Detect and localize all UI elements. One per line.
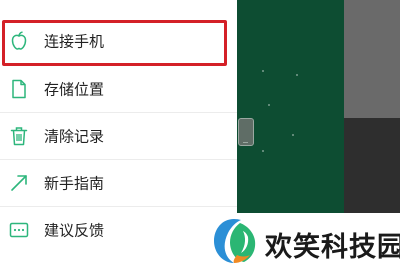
menu-item-storage-location[interactable]: 存储位置 — [0, 66, 237, 112]
apple-icon — [9, 31, 29, 51]
menu-item-clear-history[interactable]: 清除记录 — [0, 113, 237, 159]
document-icon — [9, 79, 29, 99]
menu-item-beginner-guide[interactable]: 新手指南 — [0, 160, 237, 206]
menu-item-label: 连接手机 — [44, 32, 105, 51]
menu-item-label: 清除记录 — [44, 127, 105, 146]
decor-dot — [262, 150, 264, 152]
side-drawer-menu: 连接手机 存储位置 清除记录 新手指南 建议反馈 — [0, 0, 237, 268]
message-icon — [9, 220, 29, 240]
background-side-panel-top — [344, 0, 400, 118]
menu-item-label: 新手指南 — [44, 174, 105, 193]
decor-dot — [292, 134, 294, 136]
phone-icon — [238, 118, 254, 146]
decor-dot — [296, 74, 298, 76]
menu-item-connect-phone[interactable]: 连接手机 — [0, 18, 237, 64]
trash-icon — [9, 126, 29, 146]
watermark: 欢笑科技园 — [205, 213, 400, 268]
menu-item-label: 建议反馈 — [44, 221, 105, 240]
arrow-up-right-icon — [9, 173, 29, 193]
menu-item-label: 存储位置 — [44, 80, 105, 99]
decor-dot — [262, 70, 264, 72]
menu-item-feedback[interactable]: 建议反馈 — [0, 207, 237, 253]
watermark-text: 欢笑科技园 — [265, 232, 400, 263]
watermark-logo — [214, 219, 256, 263]
decor-dot — [268, 104, 270, 106]
